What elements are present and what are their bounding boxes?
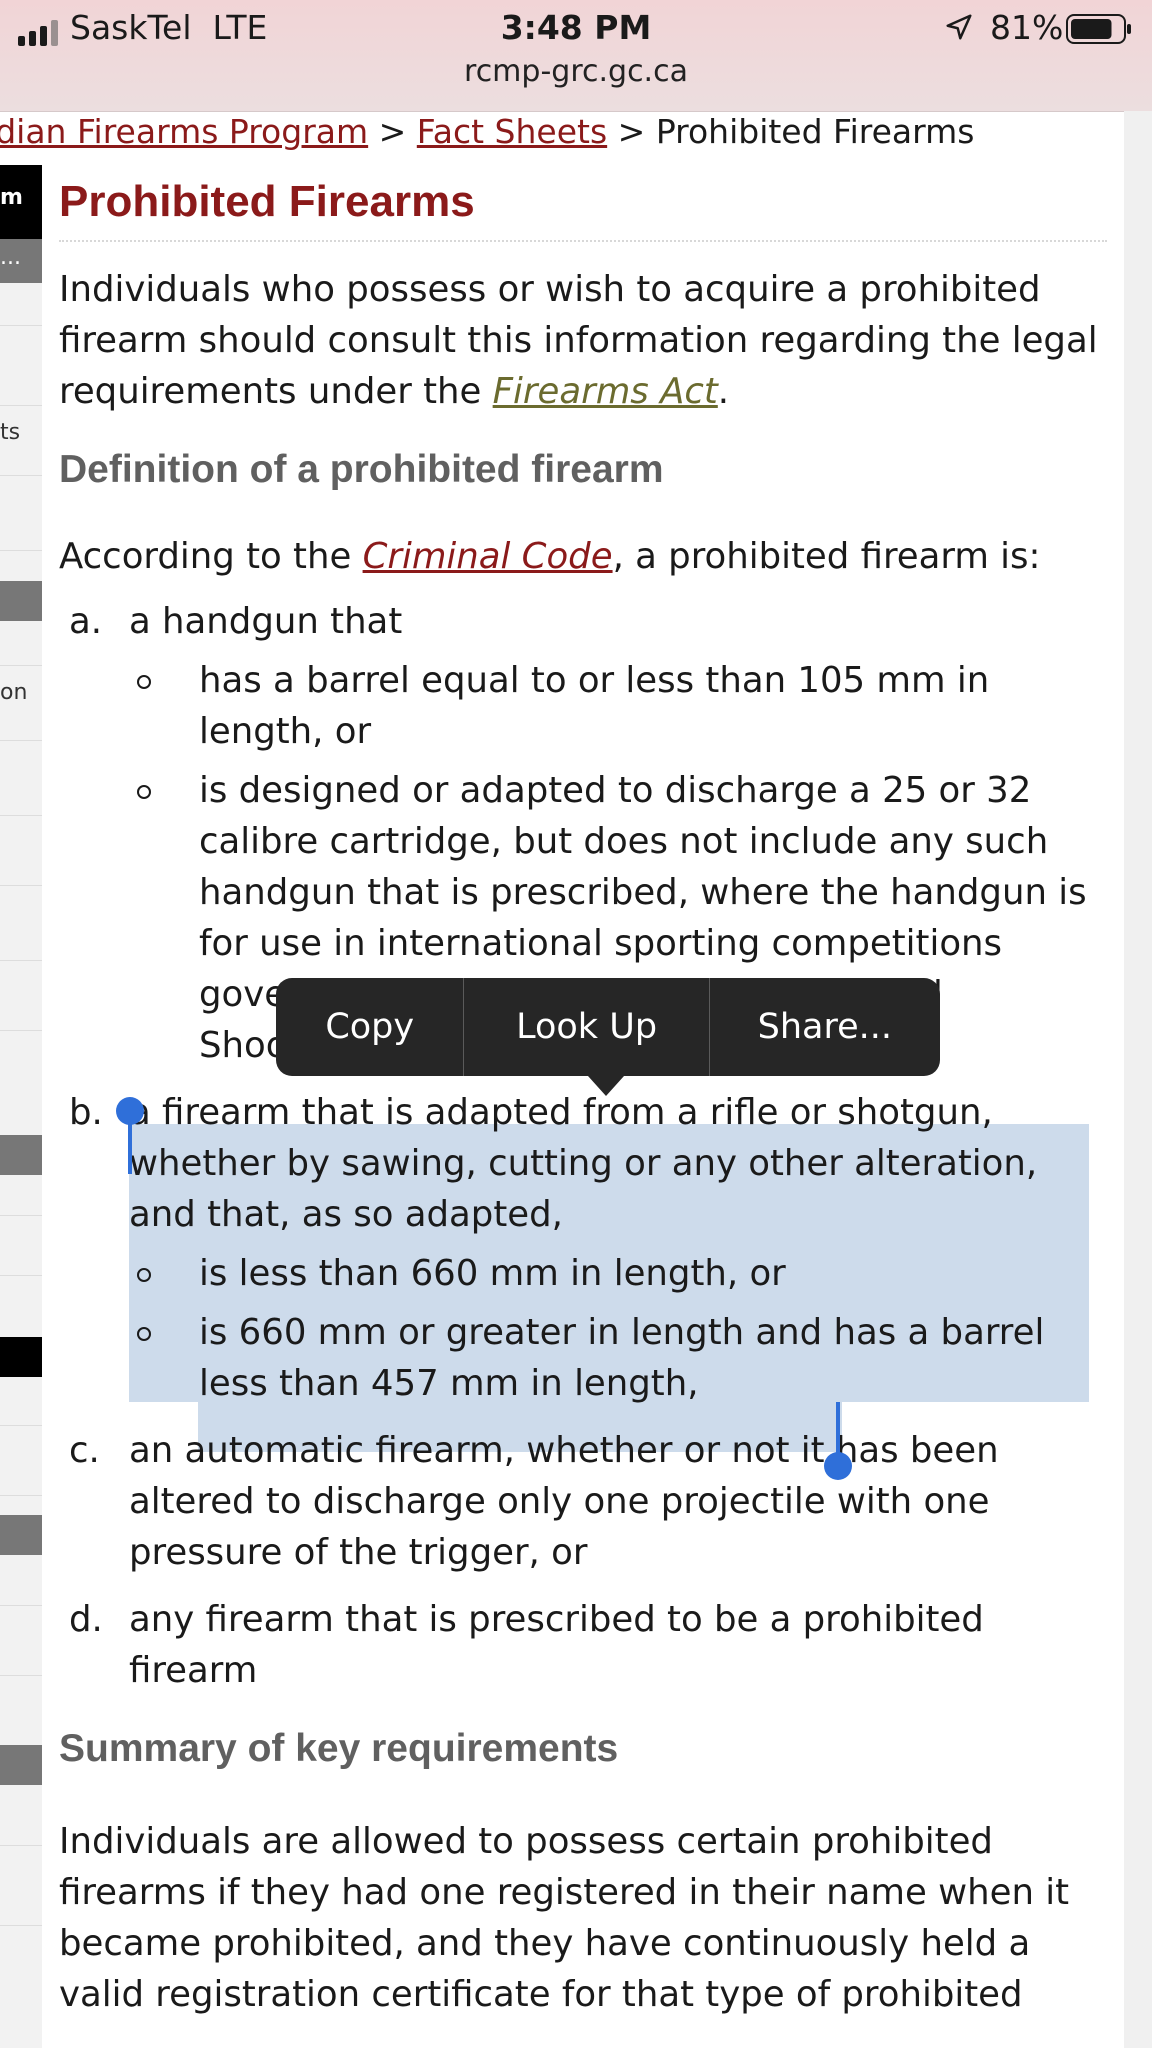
definition-lead-text: According to the (59, 536, 363, 577)
battery-icon (1066, 14, 1131, 44)
status-bar: SaskTel LTE 3:48 PM 81% (0, 8, 1152, 50)
intro-text-end: . (717, 371, 730, 412)
page-margin (1124, 111, 1152, 2048)
selection-end-handle[interactable] (824, 1452, 852, 1480)
menu-pointer (588, 1076, 624, 1096)
sidebar-item-gray[interactable] (0, 1745, 42, 1785)
breadcrumb-link-fact-sheets[interactable]: Fact Sheets (417, 112, 607, 151)
breadcrumb: adian Firearms Program > Fact Sheets > P… (0, 112, 1124, 156)
definition-list: a. a handgun that has a barrel equal to … (59, 596, 1107, 1696)
intro-paragraph: Individuals who possess or wish to acqui… (59, 264, 1107, 417)
sidebar-item-label[interactable]: on (0, 680, 27, 705)
list-item-text: a firearm that is adapted from a rifle o… (129, 1092, 1038, 1235)
sub-list-item: has a barrel equal to or less than 105 m… (129, 655, 1107, 757)
breadcrumb-link-firearms-program[interactable]: adian Firearms Program (0, 112, 368, 151)
summary-paragraph: Individuals are allowed to possess certa… (59, 1821, 1070, 2015)
sidebar-item-active[interactable]: m (0, 165, 42, 239)
list-item-text: a handgun that (129, 601, 403, 642)
list-item-text: any firearm that is prescribed to be a p… (129, 1599, 984, 1691)
copy-button[interactable]: Copy (276, 978, 465, 1076)
share-button[interactable]: Share... (710, 978, 940, 1076)
sidebar-item-sub[interactable]: ... (0, 239, 42, 283)
list-item: c. an automatic firearm, whether or not … (59, 1425, 1107, 1578)
list-item-text: an automatic firearm, whether or not it … (129, 1430, 999, 1573)
sidebar-item-label: ... (0, 245, 21, 270)
status-time: 3:48 PM (500, 8, 652, 47)
list-marker: c. (69, 1430, 100, 1471)
breadcrumb-separator: > (378, 112, 407, 151)
sidebar-nav[interactable]: m ... ts on (0, 165, 42, 2048)
list-item: b. a firearm that is adapted from a rifl… (59, 1087, 1107, 1409)
main-content: Prohibited Firearms Individuals who poss… (59, 176, 1107, 2020)
summary-heading: Summary of key requirements (59, 1727, 619, 1770)
definition-lead: According to the Criminal Code, a prohib… (59, 531, 1107, 582)
location-arrow-icon (946, 14, 972, 40)
definition-lead-text-end: , a prohibited firearm is: (612, 536, 1041, 577)
sidebar-item-label[interactable]: ts (0, 420, 20, 445)
address-bar[interactable]: rcmp-grc.gc.ca (0, 54, 1152, 89)
definition-heading: Definition of a prohibited firearm (59, 448, 664, 491)
sub-list-item: is 660 mm or greater in length and has a… (129, 1307, 1107, 1409)
text-selection-menu: Copy Look Up Share... (276, 978, 940, 1076)
list-marker: b. (69, 1092, 103, 1133)
battery-percent: 81% (990, 8, 1064, 47)
list-marker: d. (69, 1599, 103, 1640)
sidebar-item-gray[interactable] (0, 1135, 42, 1175)
sidebar-item-gray[interactable] (0, 581, 42, 621)
sidebar-item-label: m (0, 185, 23, 210)
breadcrumb-separator: > (617, 112, 646, 151)
list-item: d. any firearm that is prescribed to be … (59, 1594, 1107, 1696)
sub-list-item: is less than 660 mm in length, or (129, 1248, 1107, 1299)
firearms-act-link[interactable]: Firearms Act (493, 371, 718, 412)
sub-list: is less than 660 mm in length, or is 660… (129, 1248, 1107, 1409)
list-marker: a. (69, 601, 103, 642)
page-title: Prohibited Firearms (59, 176, 1107, 242)
breadcrumb-current: Prohibited Firearms (655, 112, 975, 151)
sidebar-item-black[interactable] (0, 1337, 42, 1377)
sidebar-item-gray[interactable] (0, 1515, 42, 1555)
selection-start-handle[interactable] (116, 1097, 144, 1125)
look-up-button[interactable]: Look Up (464, 978, 710, 1076)
browser-top-bar: SaskTel LTE 3:48 PM 81% rcmp-grc.gc.ca (0, 0, 1152, 112)
criminal-code-link[interactable]: Criminal Code (363, 536, 613, 577)
